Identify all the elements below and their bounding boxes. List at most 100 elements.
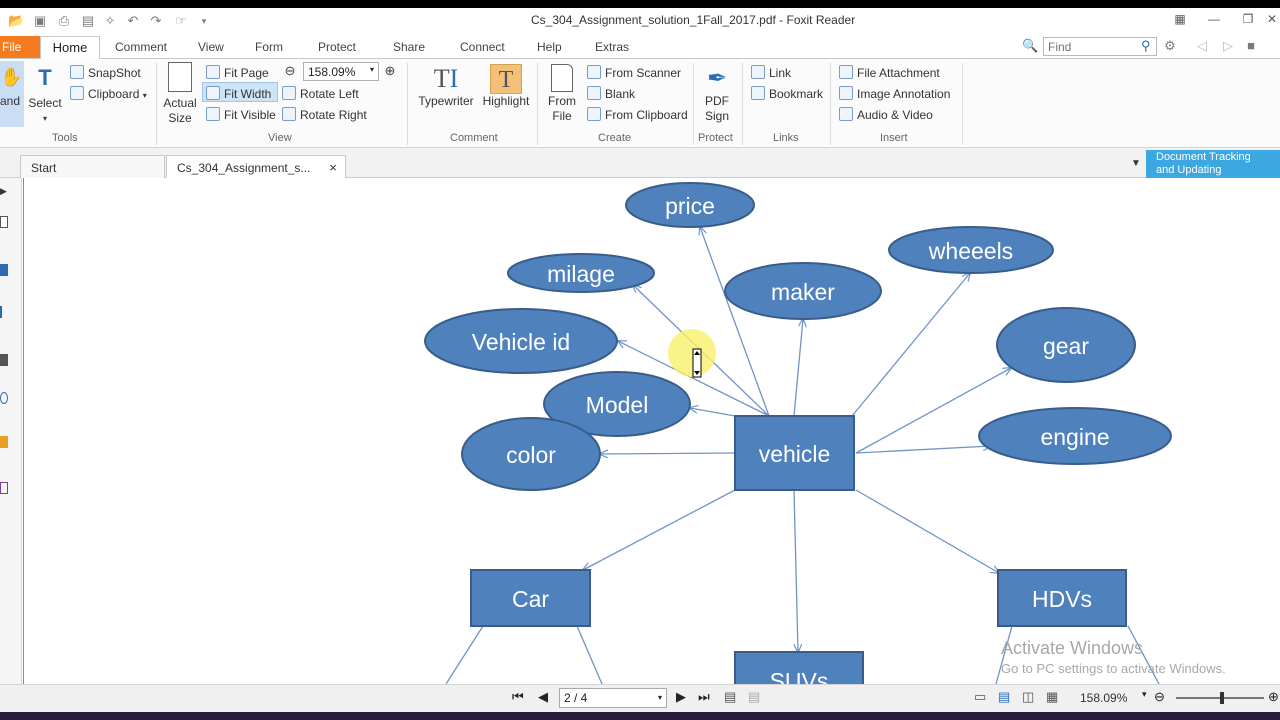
image-annotation-button[interactable]: Image Annotation <box>839 86 950 101</box>
document-canvas[interactable]: price milage maker wheeels Vehicle id gear Mod… <box>23 178 1280 684</box>
from-scanner-button[interactable]: From Scanner <box>587 65 681 80</box>
clipboard-button[interactable]: Clipboard ▾ <box>70 86 147 101</box>
new-icon[interactable]: ✧ <box>102 13 118 29</box>
print-icon[interactable]: ⎙ <box>56 13 72 29</box>
restore-button[interactable]: ❐ <box>1238 10 1258 28</box>
rotate-right-button[interactable]: Rotate Right <box>282 107 367 122</box>
tab-home[interactable]: Home <box>40 36 100 59</box>
user-icon[interactable]: ■ <box>1243 38 1259 54</box>
tab-comment[interactable]: Comment <box>115 40 167 54</box>
next-view-icon[interactable]: ▤ <box>748 689 760 705</box>
rotate-left-icon <box>282 86 296 100</box>
fit-visible-icon <box>206 107 220 121</box>
find-folder-icon[interactable]: 🔍 <box>1022 38 1038 54</box>
undo-icon[interactable]: ↶ <box>125 13 141 29</box>
first-page-icon[interactable]: ⏮ <box>512 689 524 705</box>
select-button[interactable]: T Select ▾ <box>26 64 64 126</box>
hand-button[interactable]: ✋ and <box>0 66 22 109</box>
hand-tool-icon[interactable]: ☞ <box>173 13 189 29</box>
search-icon[interactable]: ⚲ <box>1141 38 1151 54</box>
zoom-out-icon[interactable]: ⊖ <box>282 63 298 79</box>
previous-view-icon[interactable]: ▤ <box>724 689 736 705</box>
ribbon-toggle-icon[interactable]: ▦ <box>1170 10 1190 28</box>
entity-vehicle: vehicle <box>734 415 855 491</box>
next-page-icon[interactable]: ▶ <box>676 689 686 705</box>
fit-visible-button[interactable]: Fit Visible <box>206 107 276 122</box>
link-button[interactable]: Link <box>751 65 791 80</box>
save-icon[interactable]: ▣ <box>32 13 48 29</box>
search-input[interactable] <box>1043 37 1157 56</box>
forward-icon[interactable]: ▷ <box>1220 38 1236 54</box>
blank-button[interactable]: Blank <box>587 86 635 101</box>
file-attachment-button[interactable]: File Attachment <box>839 65 940 80</box>
cursor-highlight <box>668 329 716 377</box>
zoom-in-status-icon[interactable]: ⊕ <box>1268 689 1279 705</box>
close-tab-icon[interactable]: × <box>329 160 337 175</box>
back-icon[interactable]: ◁ <box>1194 38 1210 54</box>
fit-width-icon <box>206 86 220 100</box>
pdf-sign-button[interactable]: ✒ PDF Sign <box>700 64 734 124</box>
fit-page-button[interactable]: Fit Page <box>206 65 269 80</box>
tab-help[interactable]: Help <box>537 40 562 54</box>
windows-taskbar <box>0 712 1280 720</box>
image-icon <box>839 86 853 100</box>
search-panel-icon[interactable] <box>0 482 8 494</box>
tab-start[interactable]: Start <box>20 155 165 178</box>
links-panel-icon[interactable] <box>0 392 8 404</box>
single-page-icon[interactable]: ▭ <box>974 689 986 705</box>
facing-page-icon[interactable]: ◫ <box>1022 689 1034 705</box>
zoom-slider[interactable] <box>1176 692 1264 704</box>
from-clipboard-button[interactable]: From Clipboard <box>587 107 688 122</box>
actual-size-button[interactable]: Actual Size <box>160 62 200 126</box>
window-title: Cs_304_Assignment_solution_1Fall_2017.pd… <box>531 13 856 27</box>
bookmark-button[interactable]: Bookmark <box>751 86 823 101</box>
minimize-button[interactable]: — <box>1204 10 1224 28</box>
tab-extras[interactable]: Extras <box>595 40 629 54</box>
attribute-node: gear <box>996 307 1136 383</box>
fit-width-button[interactable]: Fit Width <box>206 86 271 101</box>
tab-share[interactable]: Share <box>393 40 425 54</box>
from-file-button[interactable]: From File <box>544 64 580 124</box>
redo-icon[interactable]: ↷ <box>148 13 164 29</box>
attribute-label: color <box>506 442 556 468</box>
resize-cursor-icon <box>692 348 702 378</box>
zoom-out-status-icon[interactable]: ⊖ <box>1154 689 1165 705</box>
diagram-edge <box>855 446 991 454</box>
tab-form[interactable]: Form <box>255 40 283 54</box>
tab-file[interactable]: File <box>0 36 40 58</box>
security-icon[interactable] <box>0 436 8 448</box>
document-tracking-banner[interactable]: Document Tracking and Updating <box>1146 150 1280 178</box>
tab-list-dropdown-icon[interactable]: ▼ <box>1128 156 1144 172</box>
previous-page-icon[interactable]: ◀ <box>538 689 548 705</box>
entity-car: Car <box>470 569 591 627</box>
typewriter-button[interactable]: TI Typewriter <box>414 64 478 109</box>
zoom-slider-thumb[interactable] <box>1220 692 1224 704</box>
page-thumbnail-icon[interactable] <box>0 216 8 228</box>
last-page-icon[interactable]: ⏭ <box>698 689 710 705</box>
customize-icon[interactable]: ▾ <box>196 13 212 29</box>
continuous-facing-icon[interactable]: ▦ <box>1046 689 1058 705</box>
tab-document[interactable]: Cs_304_Assignment_s... × <box>166 155 346 178</box>
zoom-select[interactable]: 158.09% ▾ <box>303 62 379 81</box>
bookmark-panel-icon[interactable] <box>0 264 8 276</box>
zoom-dropdown-icon[interactable]: ▾ <box>1142 689 1147 700</box>
properties-icon[interactable]: ▤ <box>80 13 96 29</box>
rotate-left-button[interactable]: Rotate Left <box>282 86 359 101</box>
tab-connect[interactable]: Connect <box>460 40 505 54</box>
tab-protect[interactable]: Protect <box>318 40 356 54</box>
group-label-view: View <box>268 132 292 144</box>
expand-panel-icon[interactable]: ▶ <box>0 186 8 198</box>
page-number-field[interactable]: 2 / 4 ▾ <box>559 688 667 708</box>
continuous-page-icon[interactable]: ▤ <box>998 689 1010 705</box>
zoom-in-icon[interactable]: ⊕ <box>382 63 398 79</box>
attribute-label: Vehicle id <box>472 329 570 355</box>
close-button[interactable]: ✕ <box>1262 10 1280 28</box>
highlight-button[interactable]: T Highlight <box>481 64 531 109</box>
open-icon[interactable]: 📂 <box>8 13 24 29</box>
tab-view[interactable]: View <box>198 40 224 54</box>
comments-panel-icon[interactable] <box>0 354 8 366</box>
audio-video-button[interactable]: Audio & Video <box>839 107 933 122</box>
snapshot-button[interactable]: SnapShot <box>70 65 141 80</box>
gear-icon[interactable]: ⚙ <box>1162 38 1178 54</box>
layers-icon[interactable] <box>0 306 8 318</box>
